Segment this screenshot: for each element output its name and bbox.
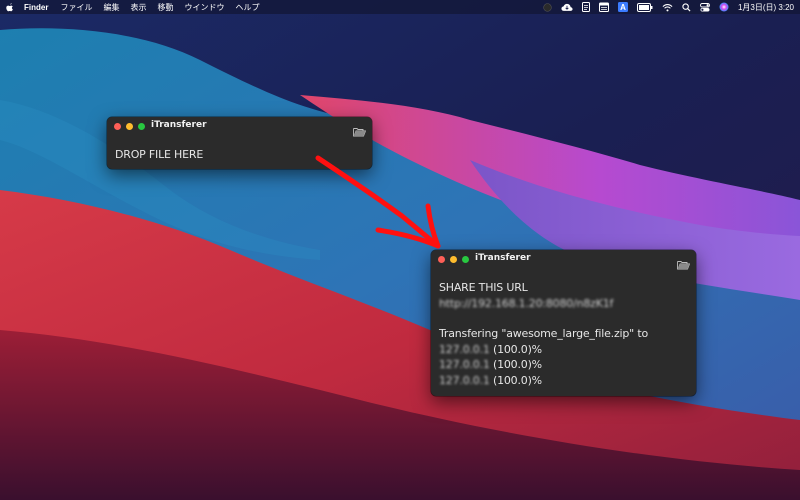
siri-icon[interactable]: [719, 2, 729, 12]
window-title: iTransferer: [151, 120, 207, 130]
battery-icon[interactable]: [636, 2, 653, 12]
document-icon[interactable]: [581, 2, 590, 12]
transfer-row: 127.0.0.1 (100.0)%: [439, 357, 648, 373]
folder-open-icon[interactable]: [677, 255, 691, 274]
apple-icon[interactable]: [6, 2, 14, 12]
window-title: iTransferer: [475, 253, 531, 263]
transfer-row: 127.0.0.1 (100.0)%: [439, 373, 648, 389]
creative-cloud-icon[interactable]: [561, 3, 573, 12]
share-url-label: SHARE THIS URL: [439, 281, 528, 294]
title-bar[interactable]: iTransferer: [107, 117, 372, 137]
share-url[interactable]: http://192.168.1.20:8080/n8zK1f: [439, 296, 613, 312]
menu-datetime[interactable]: 1月3日(日) 3:20: [738, 2, 794, 13]
menu-window[interactable]: ウインドウ: [184, 2, 224, 13]
menu-edit[interactable]: 編集: [103, 2, 119, 13]
title-bar[interactable]: iTransferer: [431, 250, 696, 270]
transfer-progress: (100.0)%: [492, 342, 542, 356]
minimize-button[interactable]: [126, 123, 133, 130]
transfer-row: 127.0.0.1 (100.0)%: [439, 342, 648, 358]
control-center-icon[interactable]: [700, 2, 710, 12]
transfer-progress: (100.0)%: [492, 358, 542, 371]
calendar-icon[interactable]: [598, 2, 609, 12]
destination-host: 127.0.0.1: [439, 342, 490, 356]
input-source-icon[interactable]: A: [617, 2, 628, 12]
svg-text:A: A: [620, 3, 626, 12]
drop-file-label[interactable]: DROP FILE HERE: [115, 148, 203, 161]
close-button[interactable]: [114, 123, 121, 130]
folder-open-icon[interactable]: [353, 122, 367, 141]
maximize-button[interactable]: [462, 256, 469, 263]
menu-app-name[interactable]: Finder: [24, 3, 48, 12]
menu-view[interactable]: 表示: [130, 2, 146, 13]
destination-host: 127.0.0.1: [439, 373, 490, 387]
search-icon[interactable]: [682, 2, 691, 12]
destination-host: 127.0.0.1: [439, 358, 490, 371]
share-window: iTransferer SHARE THIS URL http://192.16…: [431, 250, 696, 396]
wifi-icon[interactable]: [662, 3, 673, 12]
maximize-button[interactable]: [138, 123, 145, 130]
transfer-status: Transfering "awesome_large_file.zip" to: [439, 327, 648, 340]
share-content: SHARE THIS URL http://192.168.1.20:8080/…: [439, 280, 648, 388]
minimize-button[interactable]: [450, 256, 457, 263]
close-button[interactable]: [438, 256, 445, 263]
menu-go[interactable]: 移動: [157, 2, 173, 13]
menu-file[interactable]: ファイル: [60, 2, 92, 13]
menu-help[interactable]: ヘルプ: [235, 2, 259, 13]
transfer-progress: (100.0)%: [492, 373, 542, 387]
drop-window: iTransferer DROP FILE HERE: [107, 117, 372, 169]
menu-bar: Finder ファイル 編集 表示 移動 ウインドウ ヘルプ A 1月3日(日)…: [0, 0, 800, 14]
window-controls: [438, 256, 469, 263]
window-controls: [114, 123, 145, 130]
dark-circle-icon[interactable]: [543, 2, 552, 12]
